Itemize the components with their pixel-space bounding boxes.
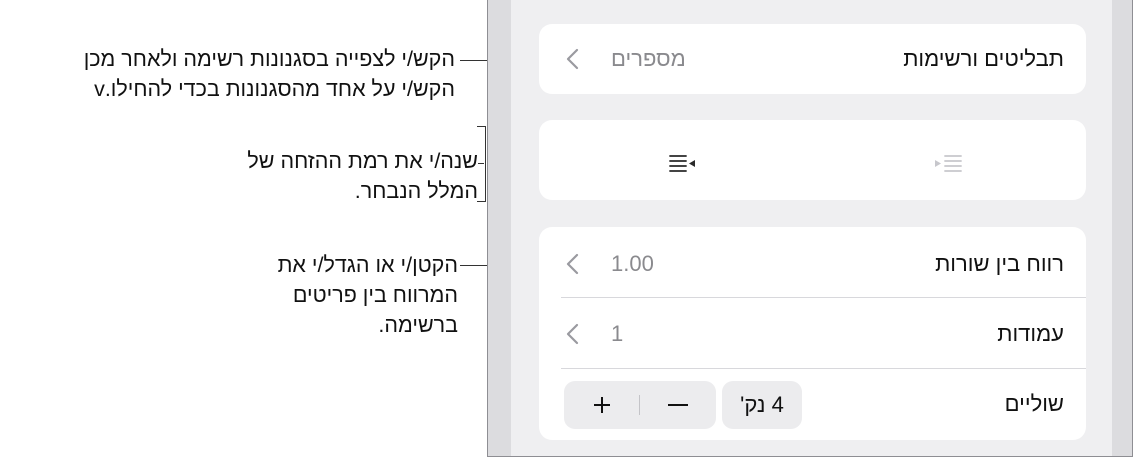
line-spacing-value: 1.00 [611,251,654,276]
outdent-icon[interactable] [667,152,699,176]
format-panel: תבליטים ורשימות מספרים רווח בין שורות 1.… [487,0,1133,457]
columns-label: עמודות [997,321,1064,346]
line-spacing-row[interactable]: רווח בין שורות 1.00 [539,229,1086,299]
callout-spacing-line2: המרווח בין פריטים [292,283,458,307]
callout-spacing-line3: ברשימה. [378,313,458,337]
callout-indent-line1: שנה/י את רמת ההזחה של [247,149,478,173]
margins-row: שוליים 4 נק' [539,369,1086,439]
columns-value: 1 [611,321,624,346]
indent-icon[interactable] [933,152,965,176]
callout-indent-line2: המלל הנבחר. [354,179,478,203]
layout-card: רווח בין שורות 1.00 עמודות 1 שוליים 4 נק… [539,227,1086,440]
callout-indent-leader [478,163,484,164]
panel-left-gutter [488,0,511,456]
minus-icon [668,404,688,406]
chevron-left-icon[interactable] [565,48,581,70]
indent-card [539,120,1086,200]
callout-bullets-line2: הקש/י על אחד מהסגנונות בכדי להחילו.v [94,77,455,101]
bullets-card: תבליטים ורשימות מספרים [539,24,1086,94]
callout-spacing: הקטן/י או הגדל/י את המרווח בין פריטים בר… [278,250,458,340]
margins-stepper [564,381,716,429]
line-spacing-label: רווח בין שורות [935,251,1064,276]
bullets-lists-value: מספרים [611,46,686,71]
columns-row[interactable]: עמודות 1 [539,299,1086,369]
callout-indent-bracket [477,126,486,202]
chevron-left-icon[interactable] [565,323,581,345]
decrease-button[interactable] [640,381,716,429]
callout-spacing-line1: הקטן/י או הגדל/י את [277,253,458,277]
row-divider [561,297,1086,298]
margins-label: שוליים [1004,391,1064,416]
bullets-lists-row[interactable]: תבליטים ורשימות מספרים [539,24,1086,94]
panel-right-gutter [1112,0,1132,456]
chevron-left-icon[interactable] [565,253,581,275]
bullets-lists-label: תבליטים ורשימות [903,46,1064,71]
callout-bullets: הקש/י לצפייה בסגנונות רשימה ולאחר מכן הק… [84,44,455,104]
callout-indent: שנה/י את רמת ההזחה של המלל הנבחר. [247,146,478,206]
margins-value[interactable]: 4 נק' [722,381,802,429]
increase-button[interactable] [564,381,640,429]
plus-icon [594,397,610,413]
callout-bullets-line1: הקש/י לצפייה בסגנונות רשימה ולאחר מכן [83,47,455,71]
